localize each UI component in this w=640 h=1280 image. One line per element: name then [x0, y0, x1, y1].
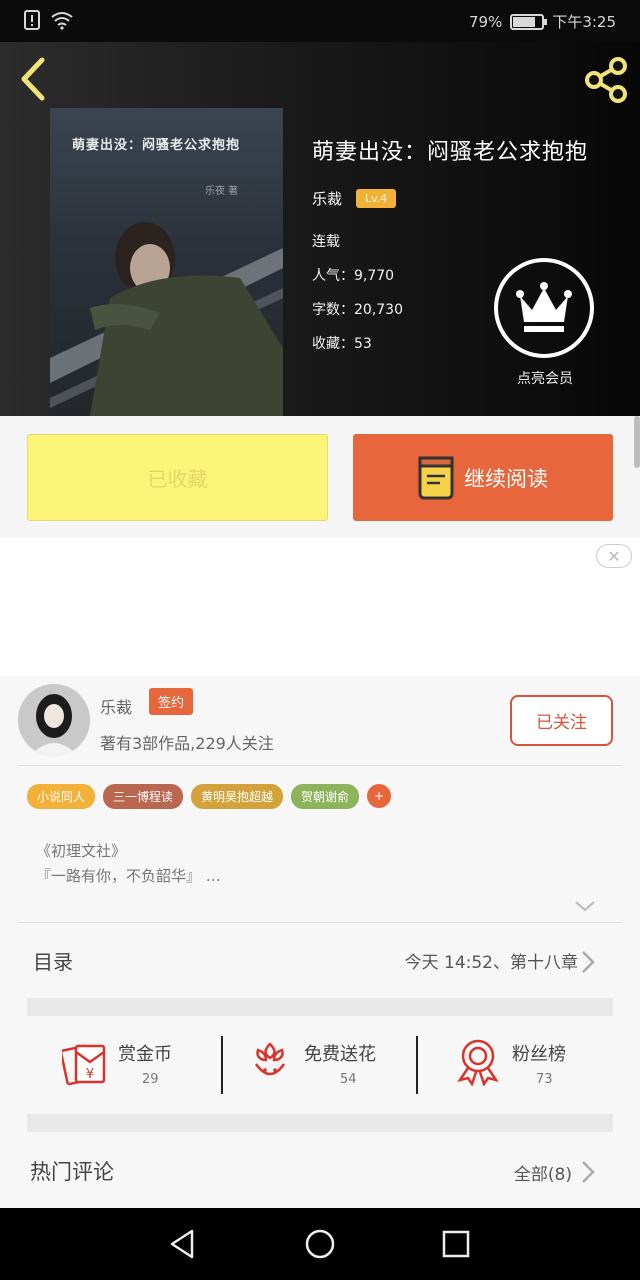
serial-status: 连载: [312, 234, 340, 250]
chevron-right-icon: [582, 1161, 595, 1183]
book-cover[interactable]: 萌妻出没：闷骚老公求抱抱 乐夜 著: [50, 108, 283, 416]
book-icon: [418, 456, 454, 499]
nav-home-button[interactable]: [304, 1228, 336, 1260]
nav-back-button[interactable]: [166, 1228, 198, 1260]
ad-area: ✕: [0, 538, 640, 676]
author-name[interactable]: 乐裁: [312, 188, 342, 209]
scrollbar[interactable]: [634, 416, 640, 468]
reward-coins-button[interactable]: ¥ 赏金币 29: [62, 1036, 202, 1096]
author-section: 乐裁 签约 著有3部作品,229人关注 已关注 小说同人 三一博程读 黄明昊抱超…: [0, 676, 640, 1210]
alert-icon: [24, 10, 42, 34]
vip-label: 点亮会员: [517, 371, 573, 387]
book-header: 萌妻出没：闷骚老公求抱抱 乐夜 著 萌妻出没：闷骚老公求抱抱 乐裁 Lv.4 连…: [0, 42, 640, 416]
section-divider: [27, 998, 613, 1016]
tag-item[interactable]: 贺朝谢俞: [291, 784, 360, 809]
toc-label: 目录: [33, 950, 73, 974]
hot-comments-label: 热门评论: [30, 1160, 114, 1184]
vip-button[interactable]: 点亮会员: [494, 258, 596, 388]
all-comments-link[interactable]: 全部(8): [514, 1160, 572, 1185]
crown-icon: [516, 282, 572, 332]
battery-icon: [510, 13, 548, 30]
continue-reading-button[interactable]: 继续阅读: [353, 434, 613, 521]
book-title: 萌妻出没：闷骚老公求抱抱: [312, 140, 589, 165]
gift-count: 29: [142, 1072, 159, 1087]
back-button[interactable]: [14, 54, 58, 104]
gift-separator: [416, 1036, 418, 1094]
favorited-button[interactable]: 已收藏: [27, 434, 328, 521]
cover-author: 乐夜 著: [205, 186, 239, 197]
chevron-left-icon: [21, 57, 45, 101]
favorited-label: 已收藏: [147, 467, 208, 491]
system-nav-bar: [0, 1208, 640, 1280]
battery-percent: 79%: [468, 12, 503, 31]
toc-row[interactable]: 目录 今天 14:52、第十八章: [0, 922, 640, 998]
wifi-icon: [50, 10, 74, 34]
more-tags-button[interactable]: +: [367, 784, 392, 808]
red-envelope-icon: ¥: [62, 1044, 106, 1086]
tag-item[interactable]: 小说同人: [27, 784, 96, 809]
share-button[interactable]: [580, 54, 632, 106]
chevron-right-icon: [582, 951, 595, 973]
signed-badge: 签约: [149, 688, 194, 715]
tag-list: 小说同人 三一博程读 黄明昊抱超越 贺朝谢俞 +: [27, 784, 392, 809]
author-card-name[interactable]: 乐裁: [100, 694, 132, 718]
gift-count: 73: [536, 1072, 553, 1087]
continue-reading-label: 继续阅读: [464, 466, 548, 491]
expand-button[interactable]: [574, 898, 596, 917]
follow-label: 已关注: [536, 713, 587, 733]
level-badge: Lv.4: [356, 189, 397, 208]
latest-chapter: 今天 14:52、第十八章: [404, 953, 578, 973]
square-recents-icon: [442, 1230, 470, 1258]
gift-label: 免费送花: [304, 1044, 376, 1065]
author-intro: 《初理文社》 『一路有你，不负韶华』 …: [36, 839, 221, 889]
gift-count: 54: [340, 1072, 357, 1087]
cover-title: 萌妻出没：闷骚老公求抱抱: [72, 138, 241, 153]
follow-button[interactable]: 已关注: [510, 695, 613, 746]
gift-label: 粉丝榜: [512, 1044, 566, 1065]
medal-icon: [457, 1039, 499, 1086]
svg-text:¥: ¥: [86, 1067, 94, 1082]
author-avatar[interactable]: [18, 684, 90, 756]
gift-row: ¥ 赏金币 29 免费送花 54 粉丝榜 73: [0, 1020, 640, 1112]
fan-ranking-button[interactable]: 粉丝榜 73: [456, 1036, 596, 1096]
cover-illustration: [50, 222, 283, 416]
triangle-back-icon: [170, 1229, 194, 1259]
status-bar: 79% 下午3:25: [0, 0, 640, 42]
flower-icon: [254, 1042, 286, 1076]
close-icon: ✕: [607, 546, 621, 566]
send-flower-button[interactable]: 免费送花 54: [250, 1036, 400, 1096]
nav-recents-button[interactable]: [440, 1228, 472, 1260]
section-divider: [27, 1114, 613, 1132]
share-icon: [585, 57, 627, 103]
author-stats: 著有3部作品,229人关注: [100, 734, 274, 753]
gift-separator: [221, 1036, 223, 1094]
tag-item[interactable]: 三一博程读: [103, 784, 184, 809]
divider: [18, 765, 622, 766]
intro-line: 《初理文社》: [36, 842, 127, 860]
clock: 下午3:25: [552, 13, 616, 31]
ad-close-button[interactable]: ✕: [596, 544, 632, 568]
gift-label: 赏金币: [118, 1044, 172, 1065]
intro-line: 『一路有你，不负韶华』 …: [36, 867, 221, 885]
action-bar: 已收藏 继续阅读: [0, 416, 640, 538]
circle-home-icon: [305, 1229, 335, 1259]
hot-comments-row[interactable]: 热门评论 全部(8): [0, 1136, 640, 1206]
chevron-down-icon: [575, 901, 595, 912]
tag-item[interactable]: 黄明昊抱超越: [191, 784, 284, 809]
